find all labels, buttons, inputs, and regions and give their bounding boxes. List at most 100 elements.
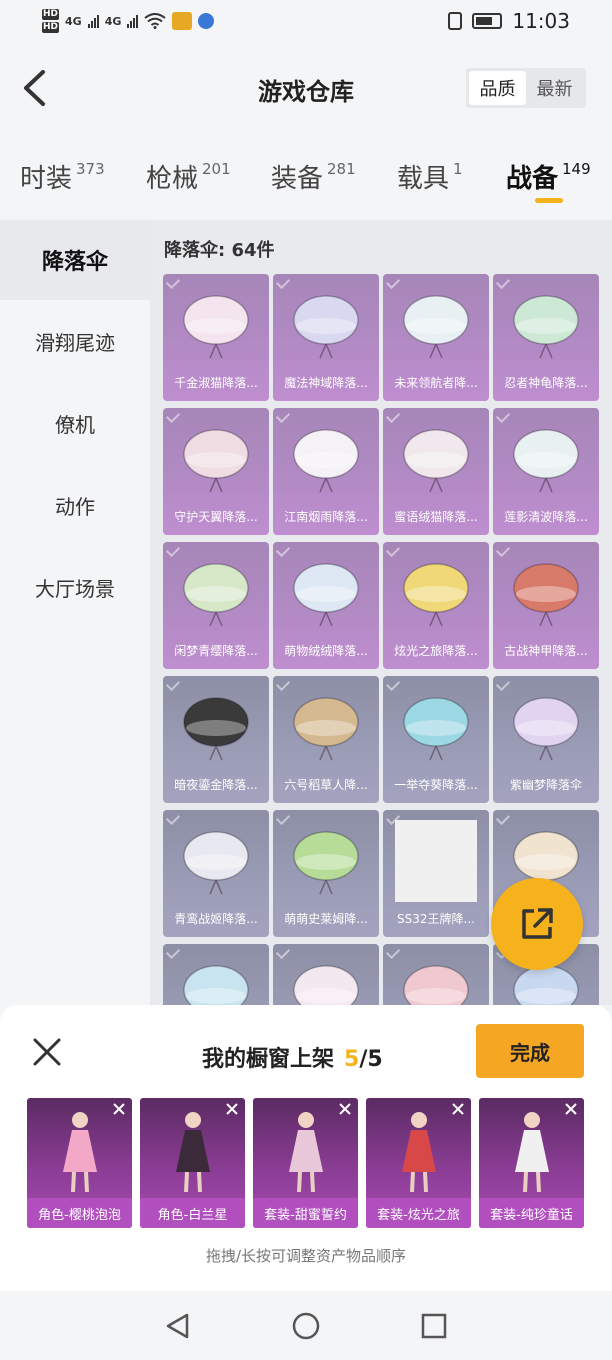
tab-combat-gear[interactable]: 战备 149 — [506, 158, 591, 195]
remove-icon[interactable] — [112, 1102, 126, 1116]
parachute-card[interactable]: 未来领航者降... — [383, 274, 489, 401]
parachute-card[interactable]: 六号稻草人降... — [273, 676, 379, 803]
active-tab-indicator — [535, 198, 563, 203]
parachute-icon — [403, 697, 469, 761]
parachute-card[interactable]: 闲梦青缨降落... — [163, 542, 269, 669]
parachute-card[interactable]: 萌萌史莱姆降... — [273, 810, 379, 937]
hd-icon: HD HD — [42, 8, 60, 34]
sidebar-item-emote[interactable]: 动作 — [0, 464, 150, 546]
parachute-name: 一举夺葵降落... — [394, 778, 478, 792]
showcase-item-label: 角色-白兰星 — [140, 1198, 245, 1228]
tab-firearms[interactable]: 枪械 201 — [146, 158, 231, 195]
parachute-card[interactable]: 忍者神龟降落... — [493, 274, 599, 401]
tab-count: 149 — [562, 160, 591, 178]
nav-back-icon[interactable] — [163, 1311, 193, 1341]
parachute-card[interactable] — [273, 944, 379, 1005]
parachute-name: 江南烟雨降落... — [284, 510, 368, 524]
parachute-card[interactable]: 一举夺葵降落... — [383, 676, 489, 803]
parachute-name: 蜜语绒猫降落... — [394, 510, 478, 524]
remove-icon[interactable] — [225, 1102, 239, 1116]
parachute-card[interactable]: 莲影清波降落... — [493, 408, 599, 535]
parachute-card[interactable]: 魔法神域降落... — [273, 274, 379, 401]
parachute-icon — [183, 295, 249, 359]
remove-icon[interactable] — [564, 1102, 578, 1116]
parachute-icon — [183, 831, 249, 895]
parachute-card[interactable]: 江南烟雨降落... — [273, 408, 379, 535]
tab-equipment[interactable]: 装备 281 — [271, 158, 356, 195]
parachute-name: 萌萌史莱姆降... — [284, 912, 368, 926]
showcase-item[interactable]: 角色-白兰星 — [140, 1098, 245, 1228]
parachute-icon — [293, 965, 359, 1005]
browser-notification-icon — [198, 13, 215, 29]
sidebar-item-glide-trail[interactable]: 滑翔尾迹 — [0, 300, 150, 382]
hd-label-1: HD — [42, 9, 60, 20]
parachute-icon — [183, 697, 249, 761]
parachute-card[interactable]: 千金淑猫降落... — [163, 274, 269, 401]
parachute-card[interactable]: 青鸾战姬降落... — [163, 810, 269, 937]
remove-icon[interactable] — [338, 1102, 352, 1116]
tab-label: 时装 — [20, 164, 73, 194]
character-figure-icon — [401, 1112, 436, 1193]
parachute-card[interactable]: SS32王牌降... — [383, 810, 489, 937]
parachute-name: 未来领航者降... — [394, 376, 478, 390]
parachute-card[interactable]: 紫幽梦降落伞 — [493, 676, 599, 803]
share-icon — [522, 908, 553, 939]
character-figure-icon — [514, 1112, 549, 1193]
parachute-name: 古战神甲降落... — [504, 644, 588, 658]
parachute-name: 青鸾战姬降落... — [174, 912, 258, 926]
parachute-name: 忍者神龟降落... — [504, 376, 588, 390]
parachute-card[interactable]: 萌物绒绒降落... — [273, 542, 379, 669]
parachute-name: 千金淑猫降落... — [174, 376, 258, 390]
wifi-icon — [144, 13, 167, 29]
nav-recents-icon[interactable] — [419, 1311, 449, 1341]
tab-label: 载具 — [397, 164, 450, 194]
showcase-item[interactable]: 套装-纯珍童话 — [479, 1098, 584, 1228]
battery-icon — [472, 13, 503, 29]
signal-icon — [87, 14, 99, 28]
close-button[interactable] — [30, 1035, 64, 1069]
sort-newest-option[interactable]: 最新 — [526, 71, 583, 105]
parachute-name: 六号稻草人降... — [284, 778, 368, 792]
network-label-2: 4G — [104, 14, 122, 28]
character-figure-icon — [175, 1112, 210, 1193]
parachute-icon — [403, 295, 469, 359]
done-button[interactable]: 完成 — [476, 1024, 584, 1078]
showcase-item[interactable]: 套装-甜蜜誓约 — [253, 1098, 358, 1228]
remove-icon[interactable] — [451, 1102, 465, 1116]
hd-label-2: HD — [42, 22, 60, 33]
parachute-card[interactable]: 守护天翼降落... — [163, 408, 269, 535]
nav-home-icon[interactable] — [291, 1311, 321, 1341]
parachute-icon — [293, 697, 359, 761]
sidebar-item-wingman[interactable]: 僚机 — [0, 382, 150, 464]
parachute-icon — [293, 295, 359, 359]
showcase-item[interactable]: 角色-樱桃泡泡 — [27, 1098, 132, 1228]
tab-fashion[interactable]: 时装 373 — [20, 158, 105, 195]
tab-count: 1 — [453, 160, 463, 178]
parachute-card[interactable]: 炫光之旅降落... — [383, 542, 489, 669]
sort-toggle: 品质 最新 — [466, 68, 586, 108]
status-bar: HD HD 4G 4G 11:03 — [0, 0, 612, 42]
parachute-card[interactable] — [163, 944, 269, 1005]
tab-vehicles[interactable]: 载具 1 — [397, 158, 463, 195]
tab-label: 枪械 — [146, 164, 199, 194]
parachute-icon — [183, 965, 249, 1005]
parachute-card[interactable]: 蜜语绒猫降落... — [383, 408, 489, 535]
showcase-item[interactable]: 套装-炫光之旅 — [366, 1098, 471, 1228]
parachute-icon — [513, 295, 579, 359]
parachute-name: SS32王牌降... — [397, 912, 475, 926]
showcase-row: 角色-樱桃泡泡 角色-白兰星 套装-甜蜜誓约 套装-炫光之旅 套装-纯珍童话 — [27, 1098, 584, 1228]
parachute-card[interactable]: 暗夜鎏金降落... — [163, 676, 269, 803]
parachute-name: 魔法神域降落... — [284, 376, 368, 390]
share-button[interactable] — [491, 878, 583, 970]
showcase-item-label: 角色-樱桃泡泡 — [27, 1198, 132, 1228]
parachute-card[interactable]: 古战神甲降落... — [493, 542, 599, 669]
app-notification-icon — [172, 12, 193, 30]
parachute-icon — [513, 429, 579, 493]
tab-label: 装备 — [271, 164, 324, 194]
network-label-1: 4G — [65, 14, 82, 28]
sidebar-item-lobby-scene[interactable]: 大厅场景 — [0, 546, 150, 628]
sort-quality-option[interactable]: 品质 — [469, 71, 526, 105]
clock: 11:03 — [512, 9, 570, 33]
sidebar-item-parachute[interactable]: 降落伞 — [0, 220, 150, 300]
parachute-card[interactable] — [383, 944, 489, 1005]
